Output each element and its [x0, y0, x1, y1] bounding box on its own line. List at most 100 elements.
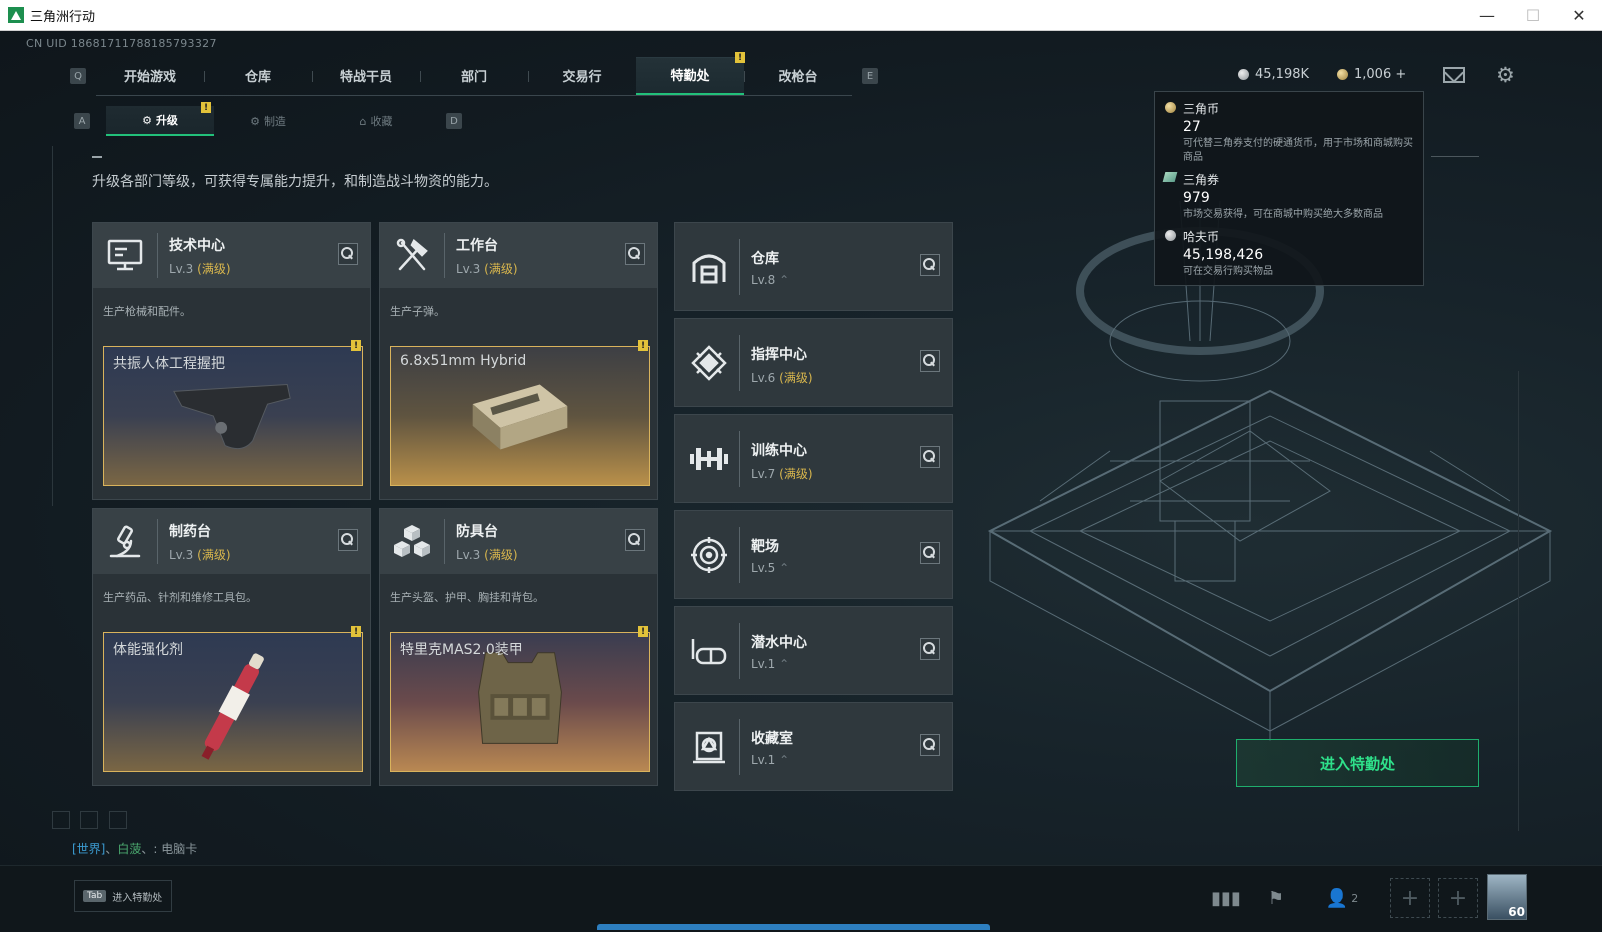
dept-card-shooting-range[interactable]: 靶场 Lv.5 ⌃ — [674, 510, 953, 599]
havoc-currency[interactable]: 45,198K — [1238, 67, 1309, 82]
tooltip-desc: 可代替三角券支付的硬通货币，用于市场和商城购买商品 — [1183, 138, 1413, 163]
card-level: Lv.8 ⌃ — [751, 273, 790, 287]
product-alert-badge: ! — [351, 340, 361, 351]
search-icon[interactable] — [920, 542, 940, 564]
dept-card-command-center[interactable]: 指挥中心 Lv.6 (满级) — [674, 318, 953, 407]
search-icon[interactable] — [920, 638, 940, 660]
app-logo-icon — [8, 7, 24, 23]
player-uid: CN UID 18681711788185793327 — [26, 37, 217, 50]
product-slot[interactable]: 特里克MAS2.0装甲 — [390, 632, 650, 772]
card-name: 制药台 — [169, 524, 211, 540]
tab-start-game[interactable]: 开始游戏 — [96, 57, 204, 95]
gear-icon[interactable]: ⚙ — [1496, 63, 1515, 87]
card-level: Lv.6 (满级) — [751, 371, 813, 385]
tab-warehouse[interactable]: 仓库 — [204, 57, 312, 95]
flag-icon[interactable]: ⚑ — [1262, 884, 1290, 912]
dept-card-pharmacy[interactable]: 制药台 Lv.3 (满级) 生产药品、针剂和维修工具包。 体能强化剂 ! — [92, 508, 371, 786]
search-icon[interactable] — [338, 529, 358, 551]
product-slot[interactable]: 体能强化剂 — [103, 632, 363, 772]
product-slot[interactable]: 共振人体工程握把 — [103, 346, 363, 486]
tooltip-value: 979 — [1183, 190, 1210, 206]
product-alert-badge: ! — [638, 340, 648, 351]
product-alert-badge: ! — [351, 626, 361, 637]
mail-icon[interactable] — [1443, 67, 1465, 83]
nav-next-key[interactable]: E — [862, 68, 878, 84]
havoc-coin-icon — [1238, 69, 1249, 80]
tooltip-name: 三角币 — [1183, 102, 1220, 116]
tooltip-name: 三角券 — [1183, 173, 1220, 187]
subnav-next-key[interactable]: D — [446, 113, 462, 129]
dept-card-diving-center[interactable]: 潜水中心 Lv.1 ⌃ — [674, 606, 953, 695]
dept-card-warehouse[interactable]: 仓库 Lv.8 ⌃ — [674, 222, 953, 311]
tooltip-desc: 可在交易行购买物品 — [1183, 266, 1273, 277]
card-level: Lv.3 (满级) — [456, 262, 518, 276]
dept-card-tech-center[interactable]: 技术中心 Lv.3 (满级) 生产枪械和配件。 共振人体工程握把 ! — [92, 222, 371, 500]
subnav-alert-badge: ! — [201, 102, 211, 113]
search-icon[interactable] — [920, 734, 940, 756]
card-level: Lv.1 ⌃ — [751, 753, 790, 767]
upgrade-icon: ⚙ — [142, 113, 152, 127]
nav-prev-key[interactable]: Q — [70, 68, 86, 84]
tooltip-value: 45,198,426 — [1183, 247, 1264, 263]
search-icon[interactable] — [625, 529, 645, 551]
friends-icon[interactable]: 👤 2 — [1320, 884, 1364, 912]
card-level: Lv.3 (满级) — [169, 262, 231, 276]
page-description: 升级各部门等级，可获得专属能力提升，和制造战斗物资的能力。 — [92, 174, 498, 190]
ticket-icon — [1162, 172, 1178, 182]
avatar[interactable]: 60 — [1487, 874, 1527, 920]
tab-operators[interactable]: 特战干员 — [312, 57, 420, 95]
stats-icon[interactable]: ▮▮▮ — [1211, 884, 1241, 912]
tab-key: Tab — [83, 890, 107, 902]
subtab-upgrade[interactable]: ⚙ 升级 — [106, 106, 214, 136]
subtab-craft-label: 制造 — [263, 115, 286, 128]
product-name: 共振人体工程握把 — [113, 356, 225, 372]
collection-icon: ⌂ — [359, 114, 367, 128]
close-icon[interactable]: ✕ — [1556, 0, 1602, 31]
squad-add-slot[interactable]: + — [1390, 878, 1430, 918]
delta-coin-currency[interactable]: 1,006 + — [1337, 67, 1406, 82]
enter-special-ops-button[interactable]: 进入特勤处 — [1236, 739, 1479, 787]
minimize-icon[interactable]: — — [1464, 0, 1510, 31]
main-navigation: Q 开始游戏 仓库 特战干员 部门 交易行 特勤处 改枪台 E — [70, 56, 878, 96]
card-level: Lv.7 (满级) — [751, 467, 813, 481]
tab-departments[interactable]: 部门 — [420, 57, 528, 95]
player-level: 60 — [1508, 905, 1525, 919]
friends-count: 2 — [1351, 891, 1359, 905]
search-icon[interactable] — [338, 243, 358, 265]
bottom-progress-strip — [597, 924, 990, 930]
squad-add-slot[interactable]: + — [1438, 878, 1478, 918]
card-description: 生产头盔、护甲、胸挂和背包。 — [390, 591, 544, 604]
subtab-collection[interactable]: ⌂ 收藏 — [322, 106, 430, 136]
dept-card-training-center[interactable]: 训练中心 Lv.7 (满级) — [674, 414, 953, 503]
tooltip-name: 哈夫币 — [1183, 230, 1220, 244]
card-description: 生产枪械和配件。 — [103, 305, 191, 318]
enter-special-ops-hint[interactable]: Tab 进入特勤处 — [74, 880, 172, 912]
dept-card-workbench[interactable]: 工作台 Lv.3 (满级) 生产子弹。 6.8x51mm Hybrid ! — [379, 222, 658, 500]
maximize-icon[interactable]: ☐ — [1510, 0, 1556, 31]
tab-special-ops[interactable]: 特勤处 — [636, 56, 744, 95]
search-icon[interactable] — [625, 243, 645, 265]
dumbbell-icon — [687, 439, 731, 479]
subtab-craft[interactable]: ⚙ 制造 — [214, 106, 322, 136]
window-titlebar: 三角洲行动 — ☐ ✕ — [0, 0, 1602, 31]
dept-card-collection-room[interactable]: 收藏室 Lv.1 ⌃ — [674, 702, 953, 791]
card-description: 生产子弹。 — [390, 305, 445, 318]
tab-hint-label: 进入特勤处 — [112, 892, 163, 904]
subnav-prev-key[interactable]: A — [74, 113, 90, 129]
tab-trading[interactable]: 交易行 — [528, 57, 636, 95]
search-icon[interactable] — [920, 254, 940, 276]
bottom-bar: Tab 进入特勤处 ▮▮▮ ⚑ 👤 2 + + 60 — [0, 865, 1602, 932]
card-name: 防具台 — [456, 524, 498, 540]
tooltip-value: 27 — [1183, 119, 1201, 135]
product-slot[interactable]: 6.8x51mm Hybrid — [390, 346, 650, 486]
havoc-amount: 45,198K — [1255, 67, 1310, 82]
tooltip-item-delta-ticket: 三角券 979 市场交易获得，可在商城中购买绝大多数商品 — [1162, 171, 1415, 222]
chat-line[interactable]: [世界]、白菠、: 电脑卡 — [72, 840, 197, 857]
search-icon[interactable] — [920, 446, 940, 468]
dept-card-armor-bench[interactable]: 防具台 Lv.3 (满级) 生产头盔、护甲、胸挂和背包。 特里克MAS2.0装甲… — [379, 508, 658, 786]
subtab-collection-label: 收藏 — [370, 115, 393, 128]
search-icon[interactable] — [920, 350, 940, 372]
product-alert-badge: ! — [638, 626, 648, 637]
tab-gunsmith[interactable]: 改枪台 — [744, 57, 852, 95]
card-name: 指挥中心 — [751, 347, 807, 363]
